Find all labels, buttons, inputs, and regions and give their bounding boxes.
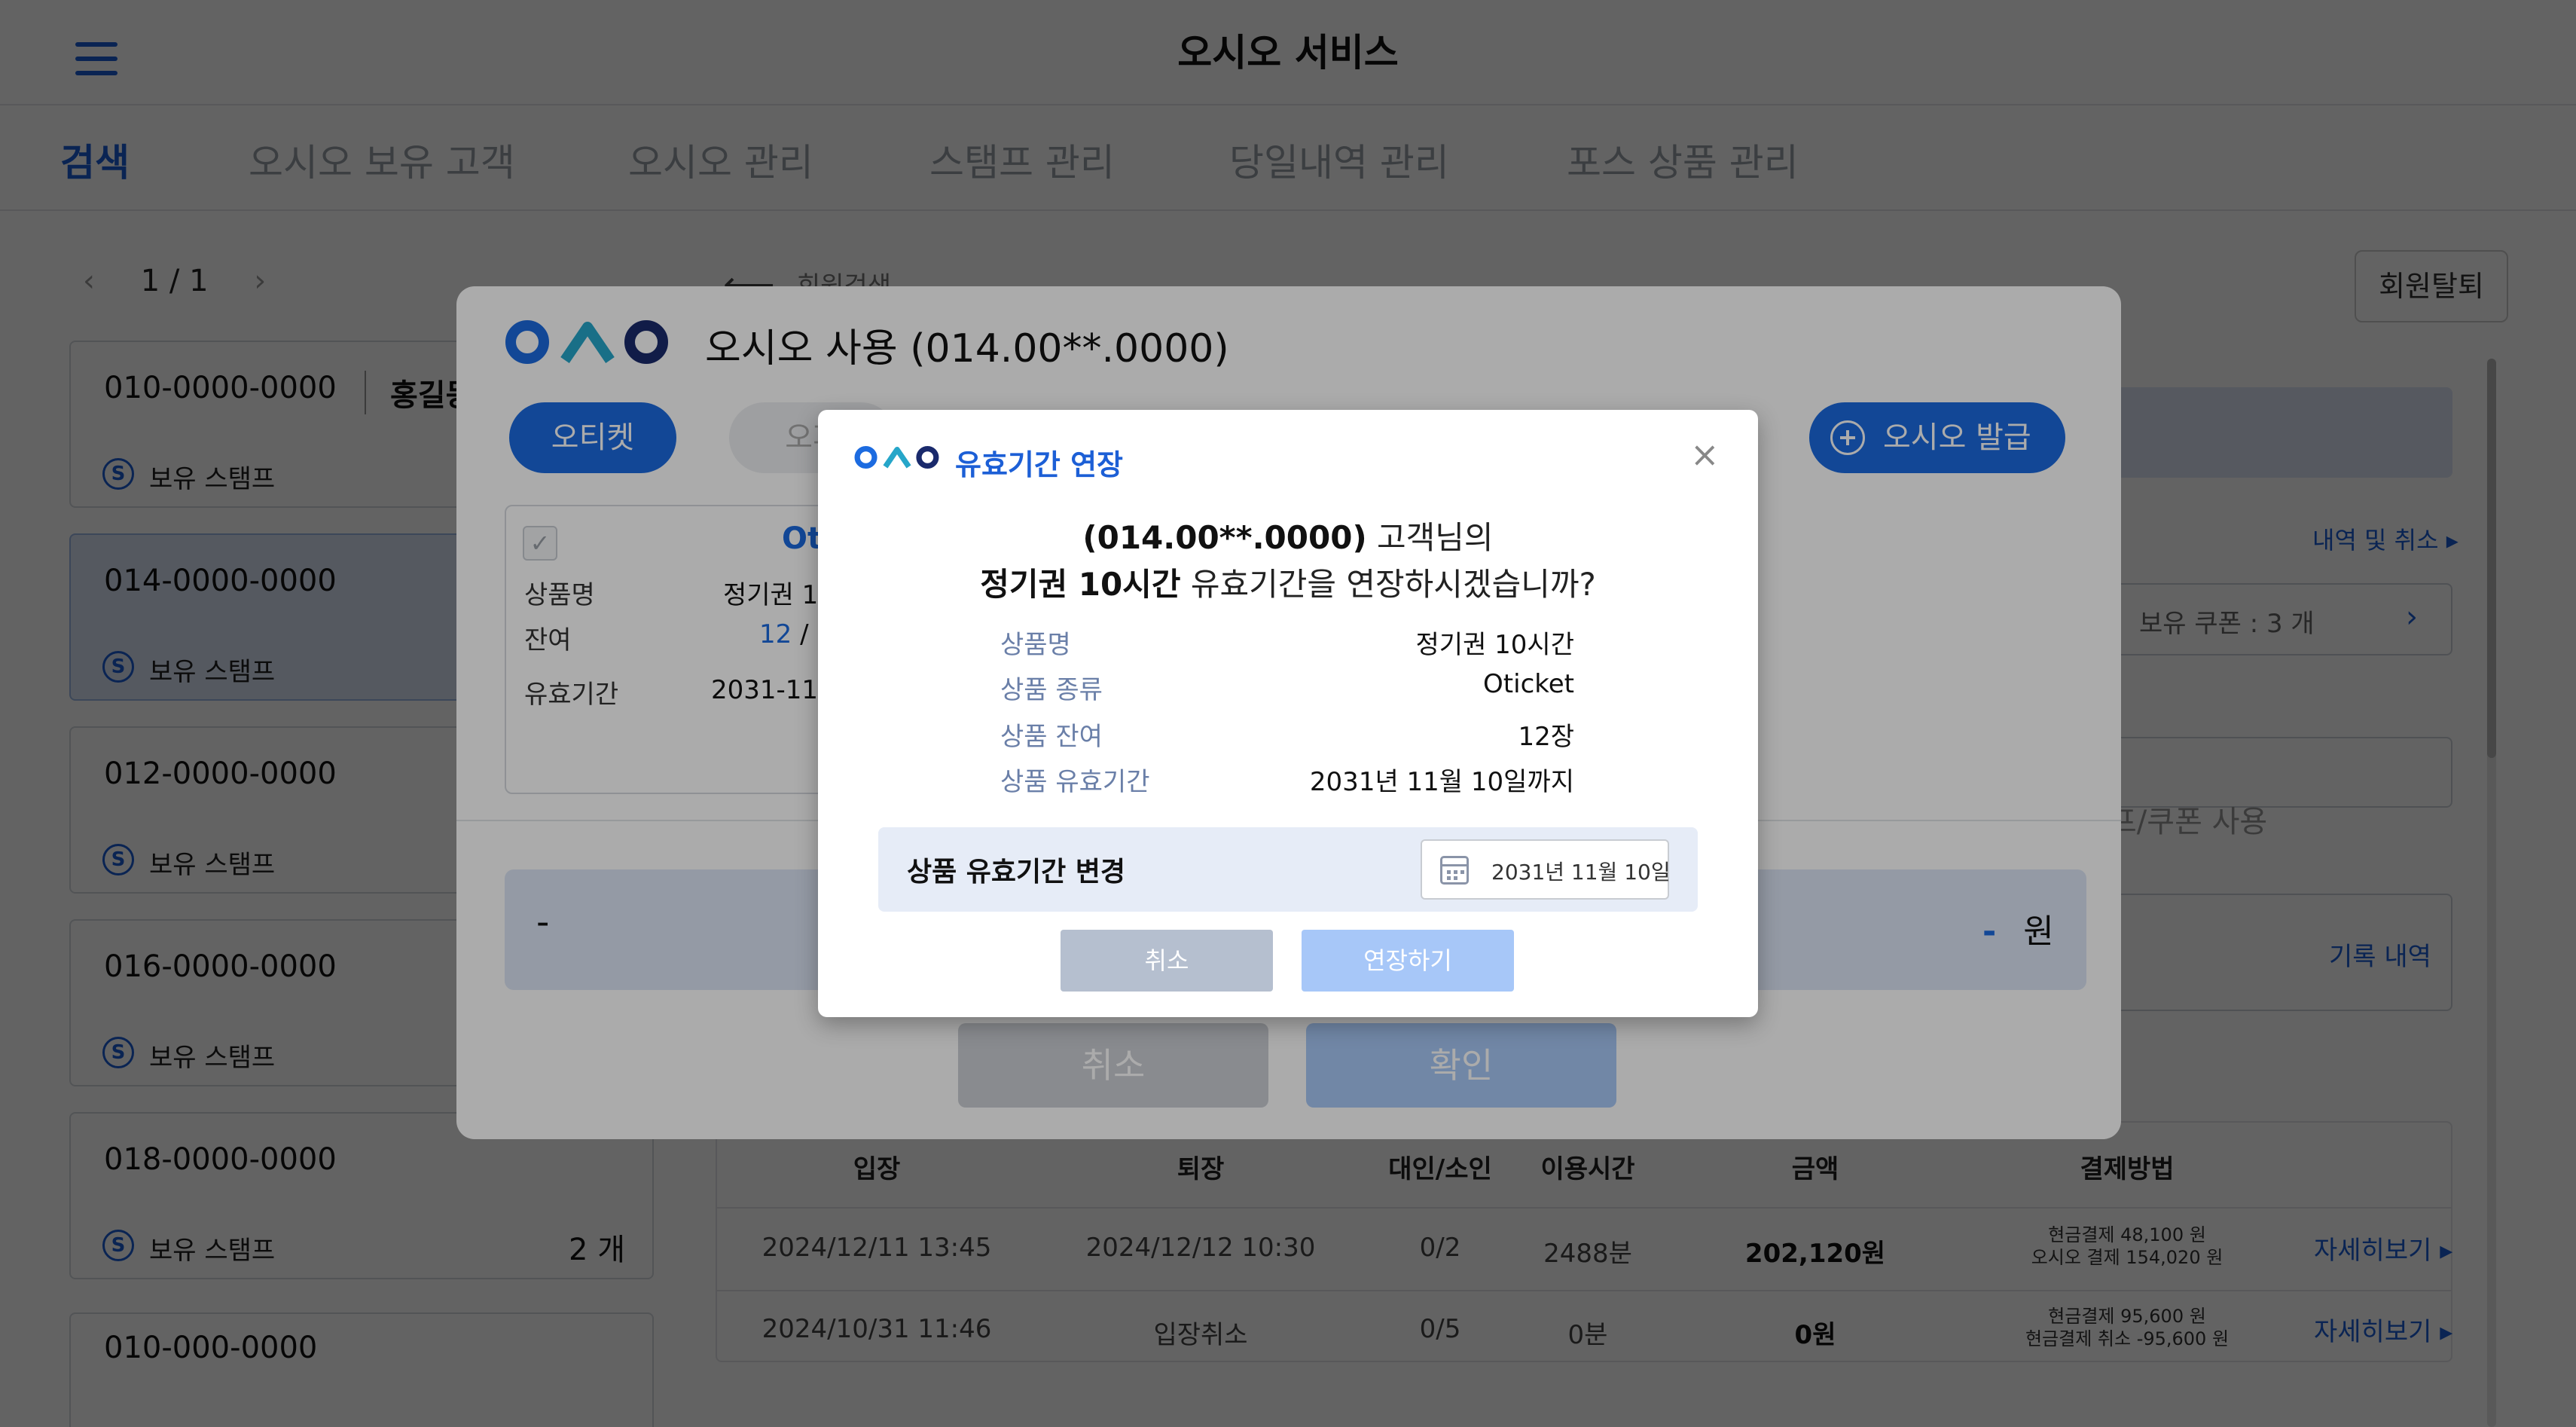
extend-dialog [818, 410, 1758, 1017]
dialog-message-line1: (014.00**.0000) 고객님의 [0, 512, 2576, 558]
dialog-title: 유효기간 연장 [955, 448, 1123, 481]
customer-id: (014.00**.0000) [1082, 519, 1367, 556]
date-picker[interactable]: 2031년 11월 10일 [1421, 839, 1671, 900]
info-label: 상품 종류 [1000, 675, 1103, 705]
calendar-icon [1440, 856, 1469, 885]
info-value: 12장 [1518, 722, 1574, 752]
info-label: 상품명 [1000, 630, 1071, 660]
close-icon[interactable]: × [1690, 434, 1720, 475]
info-label: 상품 잔여 [1000, 722, 1103, 752]
expire-change-label: 상품 유효기간 변경 [907, 857, 1126, 888]
info-label: 상품 유효기간 [1000, 767, 1150, 797]
product-name: 정기권 10시간 [980, 566, 1181, 603]
logo-icon [854, 445, 939, 469]
extend-button[interactable]: 연장하기 [1302, 930, 1514, 992]
message-text: 고객님의 [1366, 519, 1494, 556]
message-text: 유효기간을 연장하시겠습니까? [1180, 566, 1596, 603]
info-value: 정기권 10시간 [1415, 630, 1574, 660]
date-value: 2031년 11월 10일 [1491, 860, 1671, 885]
info-value: Oticket [1483, 669, 1574, 699]
info-value: 2031년 11월 10일까지 [1309, 767, 1574, 797]
dialog-message-line2: 정기권 10시간 유효기간을 연장하시겠습니까? [0, 559, 2576, 605]
dialog-cancel-button[interactable]: 취소 [1061, 930, 1273, 992]
